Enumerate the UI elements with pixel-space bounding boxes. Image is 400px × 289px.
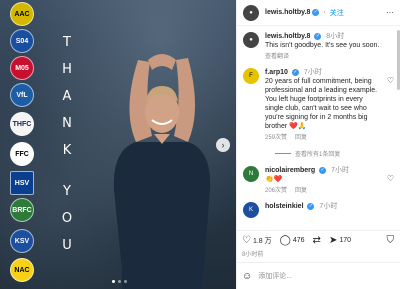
verified-icon: ✓ — [307, 202, 315, 210]
carousel-dot — [124, 280, 127, 283]
post-photo: AAC S04 M05 VfL THFC FFC HSV BRFC KSV NA… — [0, 0, 236, 289]
comment-text: 👏❤️ — [265, 176, 283, 183]
crest-alemannia: AAC — [10, 2, 34, 26]
crest-schalke: S04 — [10, 29, 34, 53]
comment-likes[interactable]: 259次赞 — [265, 134, 287, 143]
repost-button[interactable]: ⇄ — [313, 235, 321, 246]
crest-blackburn: BRFC — [10, 198, 34, 222]
comment-username[interactable]: nicolairemberg — [265, 167, 315, 174]
comment-button[interactable]: ◯ 476 — [280, 235, 305, 246]
comment-username[interactable]: f.arp10 — [265, 69, 288, 76]
post-header: ● lewis.holtby.8 ✓ · 关注 ··· — [237, 0, 400, 26]
avatar[interactable]: ● — [243, 4, 259, 21]
comment-time: 7小时 — [303, 69, 322, 76]
verified-icon: ✓ — [319, 166, 327, 174]
like-button[interactable]: ♡ 1.8 万 — [242, 235, 272, 246]
verified-icon: ✓ — [291, 68, 299, 76]
comment-time: 7小时 — [331, 167, 349, 174]
like-count: 1.8 万 — [252, 237, 272, 245]
comments-list: ● lewis.holtby.8 ✓ 8小时 This isn't goodby… — [237, 28, 400, 228]
save-icon[interactable]: ⛉ — [387, 235, 395, 246]
next-image-button[interactable]: › — [216, 138, 230, 152]
emoji-icon[interactable]: ☺ — [242, 271, 252, 282]
photo-letter: Y — [63, 184, 73, 199]
comment-icon: ◯ — [279, 235, 291, 246]
translate-link[interactable]: 查看翻译 — [265, 53, 289, 62]
photo-letter: U — [62, 238, 74, 253]
verified-icon: ✓ — [312, 9, 320, 16]
like-comment-icon[interactable]: ♡ — [387, 76, 394, 85]
share-count: 170 — [339, 237, 352, 244]
add-comment-input[interactable]: 添加评论... — [258, 271, 292, 281]
photo-letter: N — [62, 116, 74, 131]
comment-username[interactable]: holsteinkiel — [265, 203, 304, 210]
carousel-dot — [118, 280, 121, 283]
caption: ● lewis.holtby.8 ✓ 8小时 This isn't goodby… — [243, 32, 394, 62]
reply-button[interactable]: 回复 — [295, 134, 307, 143]
comment-item: F f.arp10 ✓ 7小时 20 years of full commitm… — [243, 68, 394, 143]
crest-hamburg: HSV — [10, 171, 34, 195]
comment-count: 476 — [292, 237, 305, 244]
post-actions: ♡ 1.8 万 ◯ 476 ⇄ ➤ 170 ⛉ — [236, 230, 400, 246]
add-comment-bar: ☺ 添加评论... — [236, 262, 400, 289]
heart-icon: ♡ — [242, 235, 251, 246]
like-comment-icon[interactable]: ♡ — [387, 174, 394, 183]
comment-item: K holsteinkiel ✓ 7小时 — [243, 202, 394, 218]
photo-letter: H — [62, 62, 74, 77]
crest-bochum: VfL — [10, 83, 34, 107]
verified-icon: ✓ — [314, 32, 322, 40]
avatar[interactable]: K — [243, 202, 259, 218]
crest-mainz: M05 — [10, 56, 34, 80]
comment-time: 7小时 — [319, 203, 338, 210]
avatar[interactable]: N — [243, 166, 259, 182]
photo-letter: O — [61, 211, 75, 226]
view-replies-label: 查看所有1条回复 — [295, 152, 341, 158]
caption-text: This isn't goodbye. It's see you soon. — [265, 42, 380, 49]
post-username[interactable]: lewis.holtby.8 — [265, 9, 310, 16]
repost-icon: ⇄ — [312, 235, 321, 246]
follow-button[interactable]: 关注 — [330, 8, 344, 18]
separator-dot: · — [323, 9, 326, 16]
view-replies[interactable]: 查看所有1条回复 — [275, 149, 394, 158]
thank-you-text: T H A N K Y O U — [60, 36, 76, 252]
carousel-dots — [112, 280, 127, 283]
send-icon: ➤ — [328, 235, 338, 246]
comment-text: 20 years of full commitment, being profe… — [265, 78, 378, 130]
caption-username[interactable]: lewis.holtby.8 — [265, 33, 310, 40]
photo-letter: T — [63, 35, 73, 50]
crest-holstein-kiel: KSV — [10, 229, 34, 253]
player-figure — [113, 54, 211, 289]
photo-letter: K — [62, 143, 74, 158]
avatar[interactable]: ● — [243, 32, 259, 48]
more-options-icon[interactable]: ··· — [386, 8, 394, 17]
avatar[interactable]: F — [243, 68, 259, 84]
post-time: 8小时前 — [242, 252, 264, 258]
comment-likes[interactable]: 206次赞 — [265, 187, 287, 196]
reply-button[interactable]: 回复 — [295, 187, 307, 196]
crest-fulham: FFC — [10, 142, 34, 166]
crest-tottenham: THFC — [10, 112, 34, 136]
photo-letter: A — [62, 89, 74, 104]
carousel-dot — [112, 280, 115, 283]
share-button[interactable]: ➤ 170 — [329, 235, 351, 246]
crest-nac: NAC — [10, 258, 34, 282]
comment-item: N nicolairemberg ✓ 7小时 👏❤️ 206次赞 回复 ♡ — [243, 166, 394, 196]
caption-time: 8小时 — [326, 33, 345, 40]
